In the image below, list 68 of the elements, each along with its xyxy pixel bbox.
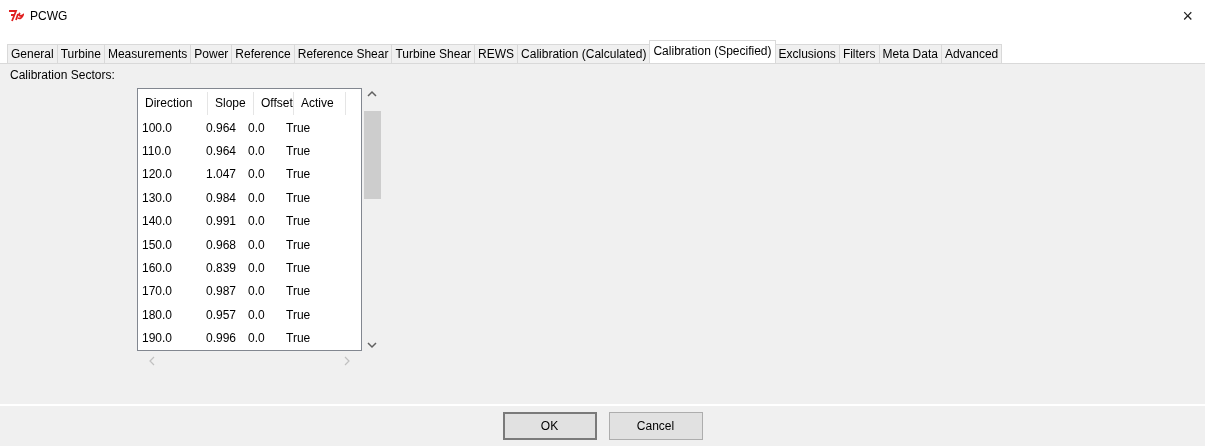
tab[interactable]: Turbine xyxy=(56,44,105,63)
table-cell-text: True xyxy=(286,144,312,159)
scroll-right-icon[interactable] xyxy=(344,356,350,366)
column-header[interactable]: Slope xyxy=(208,92,254,115)
window-title: PCWG xyxy=(30,9,69,23)
table-cell-text: 0.0 xyxy=(248,120,266,135)
tab[interactable]: REWS xyxy=(474,44,519,63)
tab[interactable]: Reference xyxy=(231,44,295,63)
table-cell-text: 0.957 xyxy=(206,307,238,322)
scroll-left-icon[interactable] xyxy=(149,356,155,366)
table-cell-text: True xyxy=(286,190,312,205)
tab[interactable]: Calibration (Calculated) xyxy=(517,44,651,63)
scroll-down-icon[interactable] xyxy=(367,342,377,349)
table-cell-text: 0.0 xyxy=(248,307,266,322)
table-cell-text: 0.964 xyxy=(206,144,238,159)
table-cell-text: 140.0 xyxy=(142,214,174,229)
tab[interactable]: Power xyxy=(190,44,233,63)
table-cell-text: True xyxy=(286,120,312,135)
column-header[interactable]: Offset xyxy=(254,92,294,115)
table-cell-text: 0.0 xyxy=(248,331,266,346)
table-cell-text: 0.0 xyxy=(248,144,266,159)
table-cell-text: 0.839 xyxy=(206,261,238,276)
table-cell-text: 0.964 xyxy=(206,120,238,135)
table-cell-text: 130.0 xyxy=(142,190,174,205)
table-cell-text: 0.0 xyxy=(248,214,266,229)
tab[interactable]: Advanced xyxy=(940,44,1003,63)
tab[interactable]: Turbine Shear xyxy=(391,44,476,63)
table-cell-text: 0.984 xyxy=(206,190,238,205)
table-cell-text: 0.0 xyxy=(248,237,266,252)
table-cell-text: 100.0 xyxy=(142,120,174,135)
close-button[interactable]: × xyxy=(1182,5,1197,27)
tab[interactable]: Filters xyxy=(838,44,880,63)
tab[interactable]: General xyxy=(7,44,58,63)
table-cell-text: 150.0 xyxy=(142,237,174,252)
table-cell-text: True xyxy=(286,167,312,182)
table-cell-text: 190.0 xyxy=(142,331,174,346)
table-cell-text: 0.0 xyxy=(248,190,266,205)
table-cell-text: 160.0 xyxy=(142,261,174,276)
column-header[interactable]: Active xyxy=(294,92,346,115)
tab[interactable]: Meta Data xyxy=(878,44,942,63)
table-cell-text: 1.047 xyxy=(206,167,238,182)
table-cell-text: 0.0 xyxy=(248,167,266,182)
table-cell-text: 0.987 xyxy=(206,284,238,299)
table-cell-text: 0.0 xyxy=(248,284,266,299)
column-header[interactable]: Direction xyxy=(138,92,208,115)
table-cell-text: 120.0 xyxy=(142,167,174,182)
table-cell-text: 180.0 xyxy=(142,307,174,322)
table-cell-text: 0.968 xyxy=(206,237,238,252)
cancel-button[interactable]: Cancel xyxy=(608,412,703,440)
section-label: Calibration Sectors: xyxy=(10,68,116,84)
table-cell-text: 0.0 xyxy=(248,261,266,276)
tab[interactable]: Exclusions xyxy=(774,44,840,63)
table-cell-text: True xyxy=(286,284,312,299)
table-cell-text: True xyxy=(286,237,312,252)
table-cell-text: True xyxy=(286,261,312,276)
table-cell-text: 110.0 xyxy=(142,144,173,159)
tab[interactable]: Measurements xyxy=(103,44,192,63)
table-cell-text: True xyxy=(286,214,312,229)
table-cell-text: 0.991 xyxy=(206,214,238,229)
table-cell-text: True xyxy=(286,331,312,346)
table-cell-text: 0.996 xyxy=(206,331,238,346)
scroll-up-icon[interactable] xyxy=(367,90,377,97)
app-logo-icon xyxy=(8,10,24,22)
table-cell-text: 170.0 xyxy=(142,284,174,299)
ok-button[interactable]: OK xyxy=(502,412,597,440)
tab[interactable]: Reference Shear xyxy=(293,44,393,63)
table-cell-text: True xyxy=(286,307,312,322)
scrollbar-thumb[interactable] xyxy=(363,110,381,199)
